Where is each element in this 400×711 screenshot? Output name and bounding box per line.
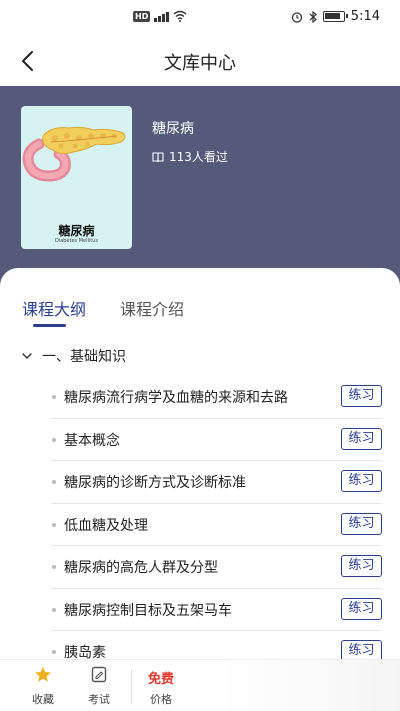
list-item[interactable]: 糖尿病流行病学及血糖的来源和去路 练习 [0,376,400,419]
course-header: 糖尿病 Diabetes Mellitus 糖尿病 113人看过 [0,86,400,286]
content-card: 课程大纲 课程介绍 一、基础知识 糖尿病流行病学及血糖的来源和去路 练习 基本概… [0,268,400,711]
section-header[interactable]: 一、基础知识 [22,346,126,366]
lesson-list: 糖尿病流行病学及血糖的来源和去路 练习 基本概念 练习 糖尿病的诊断方式及诊断标… [0,376,400,674]
bottom-divider [131,670,132,704]
practice-button[interactable]: 练习 [341,512,382,535]
bottom-bar: 收藏 考试 免费 价格 [0,659,400,711]
favorite-button[interactable]: 收藏 [23,666,63,707]
practice-button[interactable]: 练习 [341,597,382,620]
bullet-dot [52,522,56,527]
bullet-dot [52,480,56,484]
practice-button[interactable]: 练习 [341,470,382,492]
battery-icon [322,11,348,22]
bullet-dot [52,565,56,569]
star-icon [35,667,51,682]
list-item[interactable]: 低血糖及处理 练习 [0,504,400,546]
signal-icon [154,10,170,22]
list-item[interactable]: 基本概念 练习 [0,419,400,461]
price-block: 免费 价格 [148,668,174,707]
bottom-fade [220,660,400,711]
bullet-dot [52,395,56,399]
wifi-icon [173,10,187,22]
section-title: 一、基础知识 [42,349,126,365]
chevron-down-icon [22,353,32,359]
status-left: HD [133,10,187,22]
exam-icon [91,666,107,683]
pancreas-illustration [22,126,126,182]
list-item[interactable]: 糖尿病的诊断方式及诊断标准 练习 [0,461,400,504]
practice-button[interactable]: 练习 [341,555,382,577]
lesson-title: 糖尿病控制目标及五架马车 [64,602,232,619]
course-name: 糖尿病 [152,121,194,137]
bullet-dot [52,607,56,612]
price-value: 免费 [148,672,175,687]
bullet-dot [52,650,56,654]
practice-button[interactable]: 练习 [341,385,382,407]
lesson-title: 糖尿病的高危人群及分型 [64,560,218,576]
tab-introduction[interactable]: 课程介绍 [120,296,184,320]
clock: 5:14 [350,9,380,24]
view-count: 113人看过 [152,148,228,165]
tab-outline[interactable]: 课程大纲 [22,296,86,320]
cover-title: 糖尿病 [58,224,95,238]
price-label: 价格 [150,693,172,706]
page-title: 文库中心 [164,53,236,74]
exam-button[interactable]: 考试 [79,666,119,707]
bullet-dot [52,437,56,442]
list-item[interactable]: 糖尿病控制目标及五架马车 练习 [0,589,400,631]
lesson-title: 基本概念 [64,432,120,449]
tab-bar: 课程大纲 课程介绍 [0,268,400,328]
practice-button[interactable]: 练习 [341,427,382,450]
alarm-icon [291,11,302,23]
lesson-title: 糖尿病流行病学及血糖的来源和去路 [64,390,288,406]
nav-bar: 文库中心 [0,36,400,86]
list-item[interactable]: 糖尿病的高危人群及分型 练习 [0,546,400,589]
favorite-label: 收藏 [32,693,54,706]
exam-label: 考试 [88,693,110,706]
lesson-title: 糖尿病的诊断方式及诊断标准 [64,475,246,491]
view-count-text: 113人看过 [169,150,228,164]
hd-badge: HD [133,10,151,22]
lesson-title: 低血糖及处理 [64,517,148,534]
status-bar: HD 5:14 [0,0,400,36]
course-cover[interactable]: 糖尿病 Diabetes Mellitus [21,106,132,249]
cover-subtitle: Diabetes Mellitus [54,238,99,244]
tab-indicator [33,324,66,327]
status-right: 5:14 [291,9,380,24]
bluetooth-icon [309,10,317,23]
book-icon [152,151,164,162]
